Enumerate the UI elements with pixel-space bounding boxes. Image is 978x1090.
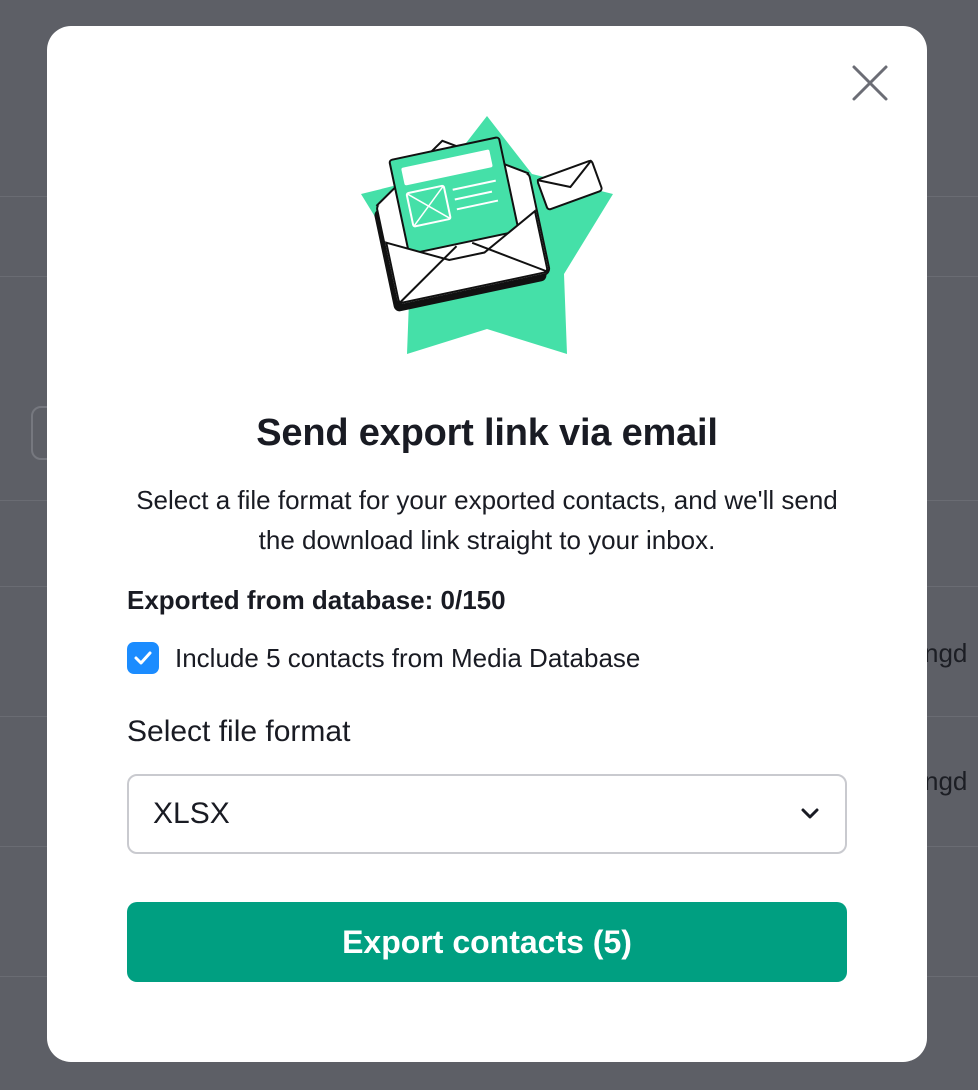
background-row-text: ngd bbox=[924, 638, 968, 668]
export-contacts-button[interactable]: Export contacts (5) bbox=[127, 902, 847, 982]
include-media-database-checkbox-row[interactable]: Include 5 contacts from Media Database bbox=[127, 641, 640, 675]
close-button[interactable] bbox=[847, 60, 893, 106]
file-format-label: Select file format bbox=[127, 715, 351, 748]
chevron-down-icon bbox=[801, 808, 819, 819]
exported-count: Exported from database: 0/150 bbox=[127, 585, 506, 615]
close-icon bbox=[852, 65, 888, 101]
file-format-value: XLSX bbox=[153, 797, 230, 830]
background-row-text: ngd bbox=[924, 766, 968, 796]
include-media-database-checkbox[interactable] bbox=[127, 642, 159, 674]
export-dialog: Send export link via email Select a file… bbox=[47, 26, 927, 1062]
dialog-subtitle: Select a file format for your exported c… bbox=[136, 485, 838, 555]
dialog-title: Send export link via email bbox=[256, 412, 718, 454]
include-media-database-label: Include 5 contacts from Media Database bbox=[175, 642, 641, 673]
file-format-select[interactable]: XLSX bbox=[127, 774, 847, 854]
envelope-illustration-icon bbox=[354, 112, 614, 362]
checkmark-icon bbox=[134, 651, 152, 665]
